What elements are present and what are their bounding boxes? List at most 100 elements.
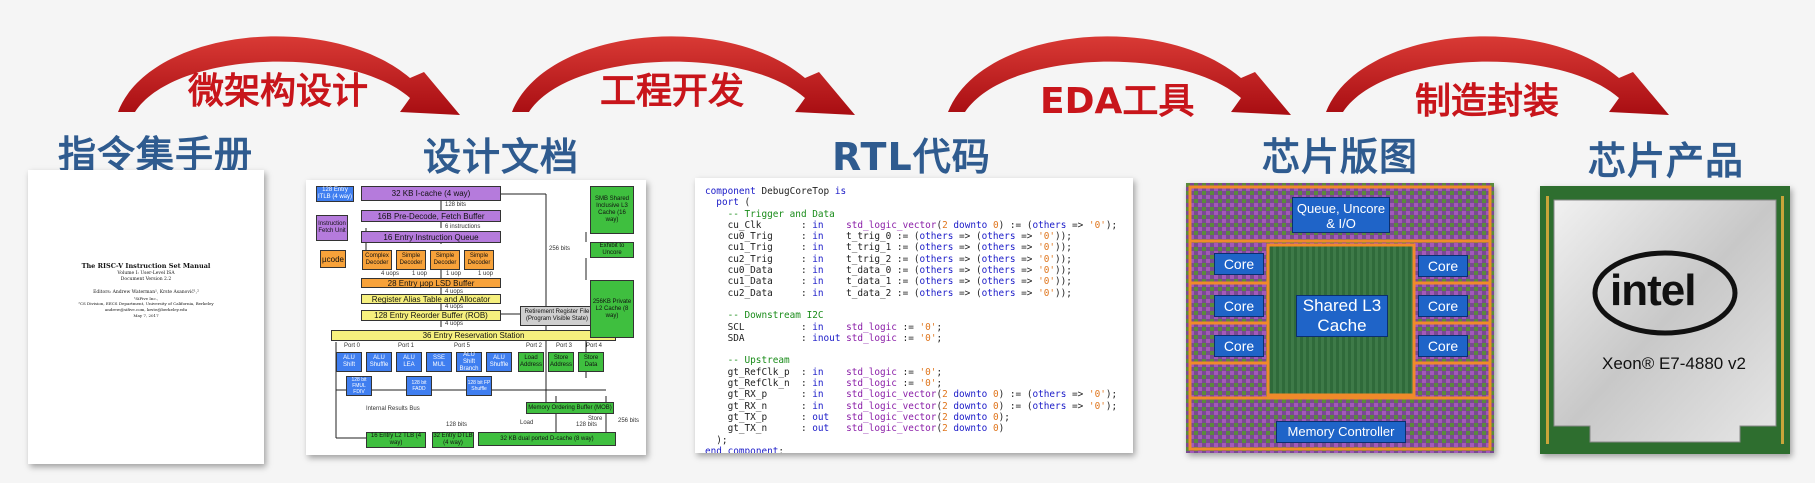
results-bus-label: Internal Results Bus [366, 406, 420, 412]
code-token: '0' [1038, 265, 1055, 277]
code-token: ) [998, 423, 1005, 435]
uops-1-label-c: 1 uop [478, 271, 494, 277]
stage-title-product: 芯片产品 [1588, 139, 1745, 183]
code-token: downto [953, 411, 988, 423]
fetch-unit-block: Instruction Fetch Unit [316, 215, 348, 241]
code-token: others [981, 253, 1016, 265]
code-token: t_trig_1 := ( [823, 242, 920, 254]
code-token: ) := ( [998, 389, 1033, 401]
code-token: inout [812, 332, 841, 344]
manual-title: The RISC-V Instruction Set Manual [81, 262, 211, 270]
code-token: others [1032, 400, 1067, 412]
code-token: '0' [1088, 389, 1106, 401]
manual-affiliation-2: ²CS Division, EECS Department, Universit… [78, 301, 214, 306]
code-token: cu_Clk : [705, 219, 813, 231]
code-token: in [812, 366, 824, 378]
code-line: ); [705, 435, 1117, 446]
code-line: component DebugCoreTop is [705, 186, 1117, 197]
l3-cache-block: SMB Shared Inclusive L3 Cache (16 way) [590, 186, 634, 234]
die-core-2: Core [1214, 295, 1264, 317]
code-token: )); [1055, 276, 1072, 288]
die-core-5: Core [1418, 295, 1468, 317]
code-line: cu2_Trig : in t_trig_2 := (others => (ot… [705, 254, 1117, 265]
manual-volume: Volume I: User-Level ISA [117, 271, 175, 276]
code-line: port ( [705, 197, 1117, 208]
code-token: others [1032, 389, 1067, 401]
stage-title-layout: 芯片版图 [1262, 135, 1419, 179]
unit-alu-shift: ALU Shift [336, 352, 362, 372]
code-token: in [812, 378, 824, 390]
simple-decoder-2-block: Simple Decoder [430, 250, 460, 270]
code-line: gt_RefClk_n : in std_logic := '0'; [705, 378, 1117, 389]
code-token: in [812, 253, 824, 265]
code-token: t_data_1 := ( [823, 276, 920, 288]
code-token: => ( [953, 231, 982, 243]
l2-cache-block: 256KB Private L2 Cache (8 way) [590, 280, 634, 338]
code-token: '0' [919, 378, 937, 390]
code-token: end [705, 445, 722, 453]
die-memory-controller: Memory Controller [1276, 421, 1406, 443]
arrow-label-eda: EDA工具 [1040, 81, 1195, 122]
code-line: end component; [705, 446, 1117, 453]
code-token: )); [1055, 231, 1072, 243]
code-token: std_logic_vector [846, 423, 937, 435]
rtl-code-panel: component DebugCoreTop is port ( -- Trig… [695, 178, 1133, 453]
code-token: others [919, 265, 954, 277]
code-token: t_data_0 := ( [823, 265, 920, 277]
uops-1-label-a: 1 uop [412, 271, 428, 277]
unit-alu-lea: ALU LEA [396, 352, 422, 372]
manual-version: Document Version 2.2 [120, 277, 172, 282]
reservation-station-block: 36 Entry Reservation Station [331, 330, 616, 341]
die-core-6: Core [1418, 335, 1468, 357]
code-token: ); [998, 411, 1010, 423]
code-token: others [981, 231, 1016, 243]
code-token: )); [1055, 265, 1072, 277]
unit-store-address: Store Address [548, 352, 574, 372]
uncore-block: Exhibit to Uncore [590, 242, 634, 258]
code-token: others [981, 265, 1016, 277]
chip-product-panel: intel Xeon® E7-4880 v2 [1540, 186, 1790, 454]
code-line: gt_TX_n : out std_logic_vector(2 downto … [705, 423, 1117, 434]
code-token: => [1015, 231, 1039, 243]
bits-256-label-b: 256 bits [549, 246, 571, 252]
code-line: gt_TX_p : out std_logic_vector(2 downto … [705, 412, 1117, 423]
code-token: std_logic [846, 321, 897, 333]
code-token: -- Upstream [705, 355, 790, 367]
code-token: '0' [919, 332, 937, 344]
dtlb-block: 32 Entry DTLB (4 way) [432, 432, 474, 448]
code-token: -- Downstream I2C [705, 310, 824, 322]
code-token: -- Trigger and Data [705, 208, 835, 220]
unit-store-data: Store Data [578, 352, 604, 372]
code-token: t_trig_2 := ( [823, 253, 920, 265]
lsd-buffer-block: 28 Entry µop LSD Buffer [361, 278, 501, 288]
uops-4-label-d: 4 uops [445, 321, 464, 327]
code-token: others [919, 242, 954, 254]
code-token: cu0_Data : [705, 265, 813, 277]
code-token: => [1015, 242, 1039, 254]
cpu-model: Xeon® E7-4880 v2 [1602, 354, 1746, 373]
bits-256-label-a: 256 bits [618, 418, 640, 424]
isa-manual-panel: The RISC-V Instruction Set Manual Volume… [28, 170, 264, 464]
code-token: in [812, 219, 824, 231]
itlb-block: 128 Entry ITLB (4 way) [316, 186, 354, 202]
code-token: ; [936, 332, 943, 344]
code-token: '0' [1038, 253, 1055, 265]
code-line: gt_RX_p : in std_logic_vector(2 downto 0… [705, 389, 1118, 401]
code-token: others [919, 276, 954, 288]
code-token: others [981, 287, 1016, 299]
code-token: => [1066, 219, 1089, 231]
code-token: ; [936, 321, 943, 333]
code-token: gt_RX_n : [705, 400, 813, 412]
code-token: )); [1055, 253, 1072, 265]
port-2-label: Port 2 [526, 343, 543, 349]
icache-block: 32 KB I-cache (4 way) [361, 186, 501, 201]
port-5-label: Port 5 [454, 343, 471, 349]
code-token: => ( [953, 253, 982, 265]
code-token: ; [778, 445, 785, 453]
code-token: gt_RefClk_p : [705, 366, 813, 378]
code-token: component [705, 186, 756, 197]
mob-block: Memory Ordering Buffer (MOB) [526, 402, 614, 414]
